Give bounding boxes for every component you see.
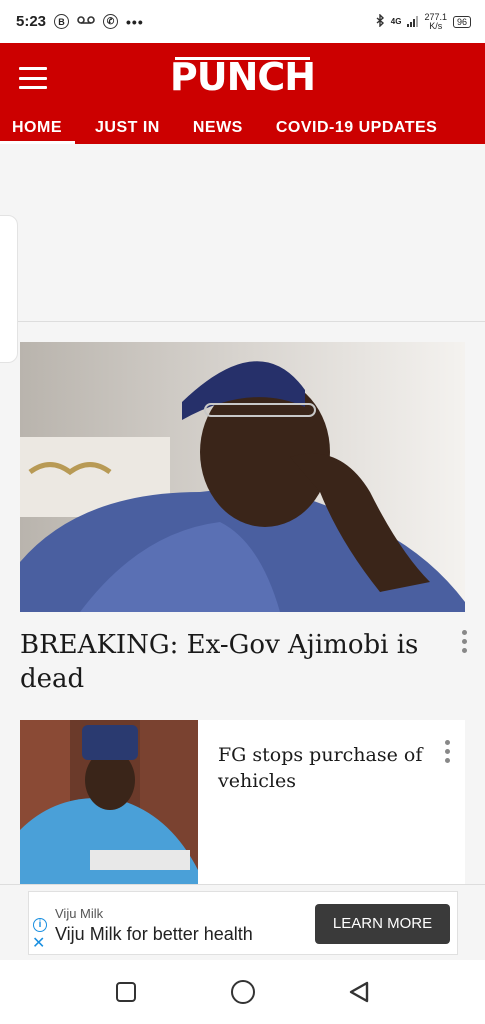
story-thumbnail[interactable] (20, 720, 198, 884)
nav-item-covid-19-updates[interactable]: COVID-19 UPDATES (276, 116, 438, 144)
story-card[interactable]: FG stops purchase of vehicles (20, 720, 465, 884)
ad-box[interactable]: i ✕ Viju Milk Viju Milk for better healt… (28, 891, 458, 955)
main-story-image[interactable] (20, 342, 465, 612)
more-vert-icon[interactable] (459, 630, 469, 653)
bluetooth-icon (376, 12, 385, 30)
recents-square-icon[interactable] (116, 982, 136, 1002)
ad-placeholder (0, 144, 485, 322)
ad-brand: Viju Milk (55, 906, 104, 921)
more-dots-icon: ••• (126, 13, 144, 30)
net-speed-unit: K/s (429, 20, 443, 31)
ad-info-icon[interactable]: i (33, 918, 47, 932)
section-nav: HOME JUST IN NEWS COVID-19 UPDATES (0, 116, 485, 144)
story-title[interactable]: FG stops purchase of vehicles (218, 742, 428, 794)
voicemail-icon (77, 13, 95, 30)
nav-item-news[interactable]: NEWS (193, 116, 243, 144)
ad-close-icon[interactable]: ✕ (32, 936, 45, 952)
android-nav-bar (0, 960, 485, 1024)
main-story-title[interactable]: BREAKING: Ex-Gov Ajimobi is dead (20, 628, 430, 696)
nav-item-just-in[interactable]: JUST IN (95, 116, 160, 144)
back-triangle-icon[interactable] (346, 980, 372, 1004)
status-time: 5:23 (16, 13, 47, 30)
b-icon: B (54, 14, 70, 29)
bottom-ad-banner: i ✕ Viju Milk Viju Milk for better healt… (0, 884, 485, 960)
learn-more-button[interactable]: LEARN MORE (315, 904, 450, 944)
nav-item-home[interactable]: HOME (0, 116, 75, 144)
whatsapp-icon: ✆ (103, 14, 119, 29)
net-speed: 277.1 K/s (424, 12, 447, 31)
network-type: 4G (390, 17, 402, 26)
more-vert-icon[interactable] (442, 740, 452, 763)
battery-icon: 96 (452, 15, 471, 28)
status-bar: 5:23 B ✆ ••• 4G 277.1 K/s 96 (0, 0, 485, 43)
site-header: PUNCH (0, 43, 485, 116)
punch-logo[interactable]: PUNCH (0, 55, 485, 99)
signal-icon (407, 16, 419, 27)
ad-text[interactable]: Viju Milk for better health (55, 924, 253, 945)
home-circle-icon[interactable] (231, 980, 255, 1004)
side-drawer-handle[interactable] (0, 215, 18, 363)
